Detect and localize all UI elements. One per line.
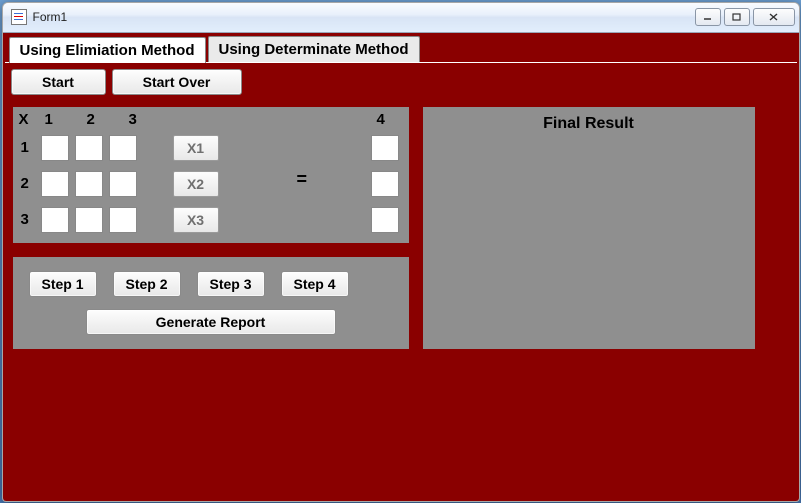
row-label-1: 1: [21, 139, 29, 156]
toolbar-row: Start Start Over: [11, 69, 791, 95]
tab-page-elimination: Start Start Over X 1 2 3 4 1 2 3: [5, 63, 797, 357]
titlebar[interactable]: Form1: [3, 3, 799, 33]
cell-2-3[interactable]: [109, 171, 137, 197]
window-title: Form1: [33, 10, 695, 24]
cell-2-1[interactable]: [41, 171, 69, 197]
cell-1-3[interactable]: [109, 135, 137, 161]
final-result-panel: Final Result: [421, 105, 757, 351]
window-controls: [695, 8, 795, 26]
close-button[interactable]: [753, 8, 795, 26]
step3-button[interactable]: Step 3: [197, 271, 265, 297]
panels-row: X 1 2 3 4 1 2 3: [11, 105, 791, 351]
row-label-3: 3: [21, 211, 29, 228]
start-button[interactable]: Start: [11, 69, 106, 95]
start-over-button[interactable]: Start Over: [112, 69, 242, 95]
cell-1-2[interactable]: [75, 135, 103, 161]
window-frame: Form1 Using Elimiation Method Using Dete…: [2, 2, 800, 502]
minimize-button[interactable]: [695, 8, 721, 26]
tabstrip: Using Elimiation Method Using Determinat…: [5, 35, 797, 63]
cell-3-1[interactable]: [41, 207, 69, 233]
row-label-2: 2: [21, 175, 29, 192]
cell-1-1[interactable]: [41, 135, 69, 161]
rhs-3[interactable]: [371, 207, 399, 233]
equals-label: =: [297, 169, 308, 190]
header-col-2: 2: [87, 111, 95, 128]
header-col-1: 1: [45, 111, 53, 128]
x1-button[interactable]: X1: [173, 135, 219, 161]
header-x: X: [19, 111, 29, 128]
tab-elimination[interactable]: Using Elimiation Method: [9, 37, 206, 63]
x3-button[interactable]: X3: [173, 207, 219, 233]
generate-report-button[interactable]: Generate Report: [86, 309, 336, 335]
cell-3-2[interactable]: [75, 207, 103, 233]
client-area: Using Elimiation Method Using Determinat…: [3, 33, 799, 501]
app-icon: [11, 9, 27, 25]
step2-button[interactable]: Step 2: [113, 271, 181, 297]
maximize-button[interactable]: [724, 8, 750, 26]
tab-determinate[interactable]: Using Determinate Method: [208, 36, 420, 62]
rhs-1[interactable]: [371, 135, 399, 161]
steps-panel: Step 1 Step 2 Step 3 Step 4 Generate Rep…: [11, 255, 411, 351]
cell-2-2[interactable]: [75, 171, 103, 197]
steps-row: Step 1 Step 2 Step 3 Step 4: [29, 271, 397, 297]
cell-3-3[interactable]: [109, 207, 137, 233]
header-col-4: 4: [377, 111, 385, 128]
left-column: X 1 2 3 4 1 2 3: [11, 105, 411, 351]
x2-button[interactable]: X2: [173, 171, 219, 197]
final-result-title: Final Result: [423, 115, 755, 133]
header-col-3: 3: [129, 111, 137, 128]
matrix-panel: X 1 2 3 4 1 2 3: [11, 105, 411, 245]
step1-button[interactable]: Step 1: [29, 271, 97, 297]
step4-button[interactable]: Step 4: [281, 271, 349, 297]
rhs-2[interactable]: [371, 171, 399, 197]
